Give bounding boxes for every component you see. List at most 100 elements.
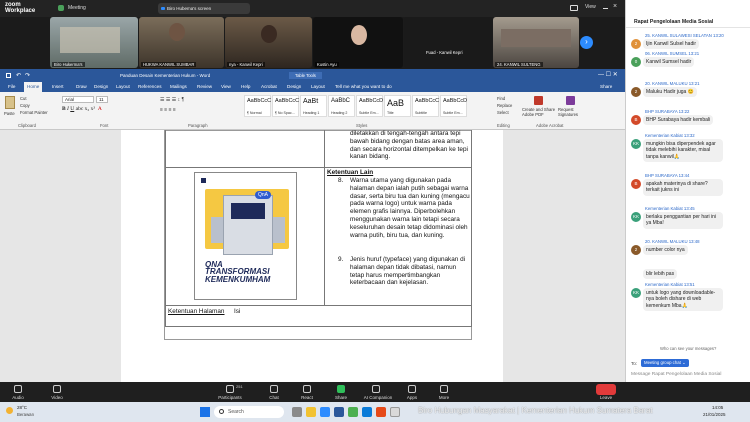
minimize-icon[interactable] (603, 8, 608, 9)
paste-button[interactable]: Paste (4, 111, 15, 116)
save-icon[interactable] (6, 73, 11, 78)
view-menu[interactable]: View (585, 4, 596, 10)
table-cell[interactable] (165, 130, 325, 168)
react-button[interactable]: React (291, 395, 323, 400)
font-name-select[interactable]: Arial (62, 96, 94, 103)
meeting-menu[interactable]: Meeting (68, 5, 86, 11)
create-share-pdf-button[interactable]: Create and Share Adobe PDF (522, 107, 556, 117)
leave-icon[interactable] (596, 384, 616, 395)
task-view-icon[interactable] (292, 407, 302, 417)
tab-file[interactable]: File (8, 84, 15, 89)
paste-icon[interactable] (5, 96, 15, 109)
app-icon[interactable] (376, 407, 386, 417)
style-subtitle[interactable]: AaBbCcC Subtitle (412, 95, 439, 117)
react-icon[interactable] (303, 385, 311, 393)
style-title[interactable]: AaB Title (384, 95, 411, 117)
audio-button[interactable]: Audio (2, 395, 34, 400)
participants-button[interactable]: Participants (214, 395, 246, 400)
more-button[interactable]: More (428, 395, 460, 400)
close-icon[interactable]: × (613, 3, 617, 10)
participant-video[interactable]: Fuad - Kanwil Kepri (404, 17, 492, 68)
tab-layout[interactable]: Layout (116, 84, 130, 89)
participant-video[interactable]: Biro Hukerma's (50, 17, 138, 68)
tab-mailings[interactable]: Mailings (170, 84, 187, 89)
share-button[interactable]: Share (600, 84, 612, 89)
ai-companion-button[interactable]: AI Companion (360, 395, 396, 400)
leave-button[interactable]: Leave (590, 395, 622, 400)
chat-message[interactable]: untuk logo yang downloadable-nya boleh d… (643, 288, 723, 311)
chat-message[interactable]: Ijin Kanwil Sulsel hadir (643, 39, 700, 50)
font-format-buttons[interactable]: B I U abc x₂ x² A (62, 106, 102, 112)
participant-video[interactable]: 24. KANWIL SULTENG (493, 17, 579, 68)
find-button[interactable]: Find (497, 96, 505, 101)
chat-privacy-link[interactable]: Who can see your messages? (660, 346, 716, 351)
tab-table-layout[interactable]: Layout (311, 84, 325, 89)
chat-message[interactable]: blir lebih pas (643, 269, 678, 280)
participant-video[interactable]: Kustin Ayu (313, 17, 403, 68)
video-button[interactable]: Video (41, 395, 73, 400)
screen-share-indicator[interactable]: Biro Hubema's screen (158, 3, 250, 14)
participants-icon[interactable] (226, 385, 234, 393)
chat-message[interactable]: Kanwil Sumsel hadir (643, 57, 695, 68)
chat-message[interactable]: Maluku Hadir juga 😊 (643, 87, 697, 98)
table-cell[interactable]: diletakkan di tengah-tengah antara tepi … (324, 130, 472, 168)
style-heading-1[interactable]: AaBt Heading 1 (300, 95, 327, 117)
edge-app-icon[interactable] (362, 407, 372, 417)
word-app-icon[interactable] (334, 407, 344, 417)
chrome-app-icon[interactable] (348, 407, 358, 417)
tab-help[interactable]: Help (241, 84, 250, 89)
style-subtle-emphasis-2[interactable]: AaBbCcD Subtle Em... (440, 95, 467, 117)
more-icon[interactable] (440, 385, 448, 393)
format-painter-button[interactable]: Format Painter (20, 110, 48, 115)
copy-button[interactable]: Copy (20, 103, 30, 108)
redo-icon[interactable]: ↷ (25, 72, 30, 79)
style-no-spacing[interactable]: AaBbCcC ¶ No Spac... (272, 95, 299, 117)
request-signatures-button[interactable]: Request Signatures (558, 107, 588, 117)
clock-time[interactable]: 14:05 (712, 405, 723, 410)
tab-design[interactable]: Design (94, 84, 108, 89)
share-screen-button[interactable]: Share (325, 395, 357, 400)
taskbar-search[interactable]: Search (214, 406, 284, 418)
message-input[interactable]: Message Rapat Pengelolaan Media Sosial (631, 372, 746, 377)
font-size-select[interactable]: 11 (96, 96, 108, 103)
share-icon[interactable] (337, 385, 345, 393)
undo-icon[interactable]: ↶ (16, 72, 21, 79)
select-button[interactable]: Select (497, 110, 509, 115)
tab-table-design[interactable]: Design (287, 84, 301, 89)
chat-message[interactable]: mungkin bisa diperpendek agar tidak mele… (643, 139, 723, 162)
chat-message[interactable]: BHP Surabaya hadir kembali (643, 115, 714, 126)
microphone-icon[interactable] (14, 385, 22, 393)
apps-icon[interactable] (408, 385, 416, 393)
tab-draw[interactable]: Draw (76, 84, 87, 89)
paragraph-buttons[interactable]: ☰ ☰ ☰ ↕ ¶ (160, 97, 184, 103)
chat-button[interactable]: Chat (258, 395, 290, 400)
replace-button[interactable]: Replace (497, 103, 512, 108)
weather-temp[interactable]: 28°C (17, 405, 27, 410)
tab-references[interactable]: References (138, 84, 162, 89)
tab-review[interactable]: Review (197, 84, 212, 89)
style-subtle-emphasis[interactable]: AaBbCcD Subtle Em... (356, 95, 383, 117)
chat-icon[interactable] (270, 385, 278, 393)
tell-me-search[interactable]: Tell me what you want to do (335, 84, 392, 89)
tab-insert[interactable]: Insert (52, 84, 64, 89)
tab-home[interactable]: Home (24, 82, 43, 92)
table-cell[interactable]: Ketentuan Lain 8. Warna utama yang digun… (324, 167, 472, 306)
window-controls[interactable]: — ☐ ✕ (598, 71, 618, 78)
chat-message[interactable]: berlaku penggantian per hari ini ya Mba! (643, 212, 723, 229)
next-page-arrow-icon[interactable]: › (580, 36, 593, 49)
windows-start-icon[interactable] (200, 407, 210, 417)
participant-video[interactable]: HUKWA KANWIL SUMBAR (139, 17, 224, 68)
style-heading-2[interactable]: AaBbC Heading 2 (328, 95, 355, 117)
cut-button[interactable]: Cut (20, 96, 27, 101)
camera-icon[interactable] (570, 5, 578, 11)
apps-button[interactable]: Apps (396, 395, 428, 400)
tab-view[interactable]: View (221, 84, 231, 89)
video-camera-icon[interactable] (53, 385, 61, 393)
tab-acrobat[interactable]: Acrobat (261, 84, 277, 89)
chat-message[interactable]: apakah materinya di share? terkait jukns… (643, 179, 723, 196)
table-cell[interactable]: Ketentuan Halaman Isi (165, 305, 472, 327)
recipient-select[interactable]: Meeting group chat ⌄ (641, 359, 689, 367)
chat-message[interactable]: number color nya (643, 245, 688, 256)
document-page[interactable]: diletakkan di tengah-tengah antara tepi … (121, 130, 503, 382)
alignment-buttons[interactable]: ≡ ≡ ≡ ≡ (160, 107, 176, 113)
